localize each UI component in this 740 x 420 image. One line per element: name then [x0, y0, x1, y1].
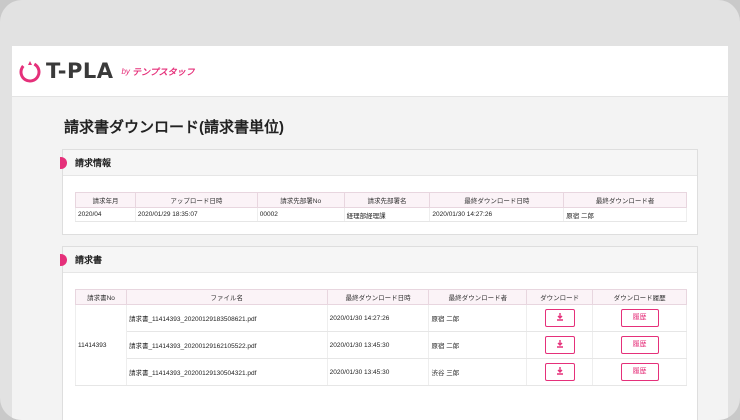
logo-text: T-PLA: [46, 59, 114, 83]
history-cell: 履歴: [592, 358, 687, 386]
file-name: 請求書_11414393_20200129162105522.pdf: [125, 331, 328, 359]
col-header: ダウンロード履歴: [592, 289, 687, 305]
billing-month: 2020/04: [75, 207, 136, 222]
last-download-user: 原宿 二郎: [428, 304, 528, 332]
site-header: T-PLA by テンプスタッフ: [12, 46, 728, 97]
last-download-datetime: 2020/01/30 14:27:26: [326, 304, 430, 332]
col-header: 最終ダウンロード者: [563, 192, 687, 208]
history-cell: 履歴: [592, 304, 687, 332]
download-cell: [526, 358, 594, 386]
dept-no: 00002: [256, 207, 345, 222]
browser-screen: T-PLA by テンプスタッフ 請求書ダウンロード(請求書単位) 請求情報 請…: [12, 46, 728, 420]
download-icon: [556, 340, 563, 348]
col-header: アップロード日時: [134, 192, 258, 208]
file-name: 請求書_11414393_20200129130504321.pdf: [125, 358, 328, 386]
download-cell: [526, 331, 594, 359]
table-header-row: 請求年月 アップロード日時 請求先部署No 請求先部署名 最終ダウンロード日時 …: [75, 192, 687, 208]
history-button[interactable]: 履歴: [620, 363, 659, 381]
page-title: 請求書ダウンロード(請求書単位): [64, 119, 284, 136]
history-button[interactable]: 履歴: [620, 309, 659, 327]
table-row: 11414393 請求書_11414393_20200129183508621.…: [75, 304, 687, 386]
billing-info-card: 請求情報 請求年月 アップロード日時 請求先部署No 請求先部署名 最終ダウンロ…: [60, 149, 698, 235]
col-header: ダウンロード: [526, 289, 594, 305]
col-header: 最終ダウンロード日時: [429, 192, 565, 208]
section-marker: [60, 254, 67, 266]
col-header: 請求年月: [75, 192, 136, 208]
download-button[interactable]: [544, 363, 575, 381]
upload-datetime: 2020/01/29 18:35:07: [134, 207, 258, 222]
col-header: 最終ダウンロード日時: [326, 289, 430, 305]
history-button[interactable]: 履歴: [620, 336, 659, 354]
invoice-no: 11414393: [75, 304, 127, 386]
last-download-user: 渋谷 三郎: [428, 358, 528, 386]
table-row: 2020/04 2020/01/29 18:35:07 00002 経理部経理課…: [75, 207, 687, 222]
billing-info-header: 請求情報: [60, 150, 697, 176]
invoices-table: 請求書No ファイル名 最終ダウンロード日時 最終ダウンロード者 ダウンロード …: [75, 289, 687, 386]
download-icon: [556, 313, 563, 321]
table-header-row: 請求書No ファイル名 最終ダウンロード日時 最終ダウンロード者 ダウンロード …: [75, 289, 687, 305]
download-button[interactable]: [544, 309, 575, 327]
download-cell: [526, 304, 594, 332]
dept-name: 経理部経理課: [343, 207, 431, 222]
table-row: 請求書_11414393_20200129162105522.pdf 2020/…: [76, 331, 687, 359]
download-icon: [556, 367, 563, 375]
last-download-datetime: 2020/01/30 14:27:26: [429, 207, 565, 222]
billing-info-table: 請求年月 アップロード日時 請求先部署No 請求先部署名 最終ダウンロード日時 …: [75, 192, 687, 222]
device-frame: T-PLA by テンプスタッフ 請求書ダウンロード(請求書単位) 請求情報 請…: [0, 0, 740, 420]
invoices-header: 請求書: [60, 247, 697, 273]
logo-by: by: [121, 66, 130, 76]
col-header: 最終ダウンロード者: [428, 289, 528, 305]
table-row: 請求書_11414393_20200129130504321.pdf 2020/…: [76, 358, 687, 386]
last-download-user: 原宿 二郎: [563, 207, 687, 222]
last-download-user: 原宿 二郎: [428, 331, 528, 359]
section-marker: [60, 157, 67, 169]
col-header: ファイル名: [125, 289, 328, 305]
col-header: 請求書No: [75, 289, 127, 305]
download-button[interactable]: [544, 336, 575, 354]
last-download-datetime: 2020/01/30 13:45:30: [326, 331, 430, 359]
col-header: 請求先部署No: [256, 192, 345, 208]
logo-brand: テンプスタッフ: [131, 66, 195, 77]
file-name: 請求書_11414393_20200129183508621.pdf: [125, 304, 328, 332]
col-header: 請求先部署名: [343, 192, 431, 208]
invoices-title: 請求書: [75, 255, 103, 265]
logo-mark-icon: [19, 61, 41, 83]
billing-info-title: 請求情報: [75, 158, 112, 168]
history-cell: 履歴: [592, 331, 687, 359]
last-download-datetime: 2020/01/30 13:45:30: [326, 358, 430, 386]
invoices-card: 請求書 請求書No ファイル名 最終ダウンロード日時 最終ダウンロード者 ダウン…: [60, 246, 698, 420]
